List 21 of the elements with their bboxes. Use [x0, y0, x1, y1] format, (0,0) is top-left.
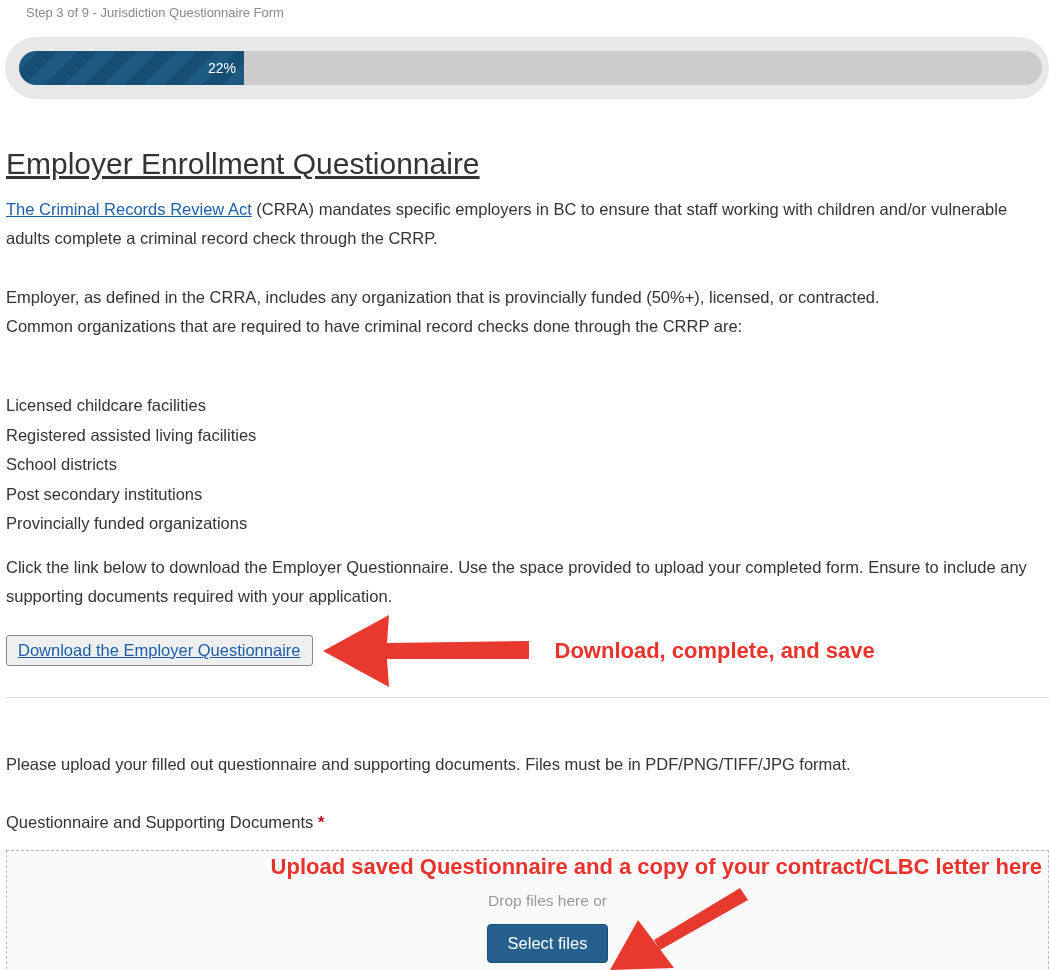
intro-paragraph: The Criminal Records Review Act (CRRA) mandates specific employers in BC to ensure that staff working with children and/or vulnerable adults complete a criminal record check through the CRRP.	[6, 199, 1009, 249]
organization-item: Post secondary institutions	[6, 483, 204, 505]
download-button[interactable]: Download the Employer Questionnaire	[6, 635, 313, 666]
organization-item: Registered assisted living facilities	[6, 424, 258, 446]
annotation-text: Upload saved Questionnaire and a copy of your contract/CLBC letter here	[270, 853, 1042, 880]
annotation-text: Download, complete, and save	[554, 637, 875, 664]
drop-text: Drop files here or	[488, 891, 607, 910]
field-label: Questionnaire and Supporting Documents *	[6, 812, 326, 832]
step-label: Step 3 of 9 - Jurisdiction Questionnaire Form	[25, 4, 285, 22]
organization-item: School districts	[6, 454, 118, 475]
page-title: Employer Enrollment Questionnaire	[6, 147, 481, 181]
paragraph: Employer, as defined in the CRRA, includes any organization that is provincially funded (50%+), licensed, or contracted.	[6, 287, 881, 308]
progress-reading: 22%	[208, 60, 238, 76]
paragraph: Common organizations that are required to have criminal record checks done through the CRRP are:	[6, 316, 744, 337]
download-instructions: Click the link below to download the Employer Questionnaire. Use the space provided to upload your completed form. Ensure to include any supporting documents required with your application.	[6, 556, 1028, 607]
act-link[interactable]: The Criminal Records Review Act	[6, 200, 252, 218]
upload-instructions: Please upload your filled out questionnaire and supporting documents. Files must be in PDF/PNG/TIFF/JPG format.	[6, 753, 852, 775]
drop-zone[interactable]: Upload saved Questionnaire and a copy of your contract/CLBC letter here Drop files here or Select files	[6, 849, 1049, 970]
organization-item: Provincially funded organizations	[6, 513, 249, 534]
select-files-button[interactable]: Select files	[486, 923, 609, 963]
organization-item: Licensed childcare facilities	[6, 395, 207, 416]
